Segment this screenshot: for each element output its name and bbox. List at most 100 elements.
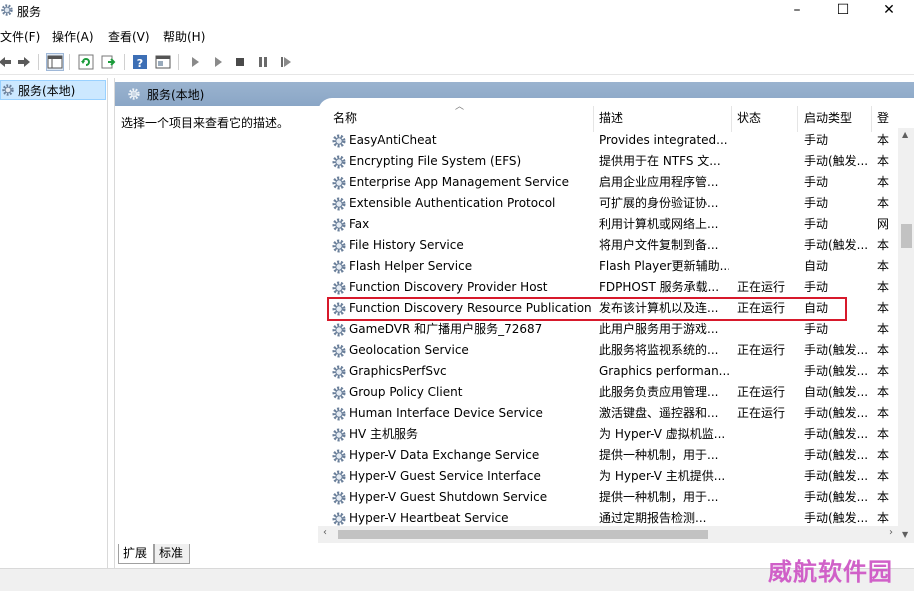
service-name: Hyper-V Guest Shutdown Service xyxy=(349,490,548,504)
service-logon-as: 本 xyxy=(877,343,890,357)
maximize-button[interactable]: ☐ xyxy=(820,0,866,22)
service-row[interactable]: File History Service 将用户文件复制到备... 手动(触发...… xyxy=(318,235,898,256)
show-tree-icon[interactable] xyxy=(46,53,64,71)
service-logon-as: 本 xyxy=(877,490,890,504)
column-header-startup-type[interactable]: 启动类型 xyxy=(804,108,852,128)
column-divider[interactable] xyxy=(797,106,798,132)
start-icon[interactable] xyxy=(186,53,204,71)
service-row[interactable]: Geolocation Service 此服务将监视系统的... 正在运行 手动(触发… xyxy=(318,340,898,361)
service-name: File History Service xyxy=(349,238,464,252)
tab-extended[interactable]: 扩展 xyxy=(118,544,154,564)
service-row[interactable]: Encrypting File System (EFS) 提供用于在 NTFS 文… xyxy=(318,151,898,172)
refresh-icon[interactable] xyxy=(77,53,95,71)
service-gear-icon xyxy=(332,449,346,463)
back-icon[interactable] xyxy=(0,53,14,71)
service-row[interactable]: Hyper-V Data Exchange Service 提供一种机制，用于..… xyxy=(318,445,898,466)
start-params-icon[interactable] xyxy=(209,53,227,71)
menu-view[interactable]: 查看(V) xyxy=(108,28,150,45)
stop-icon[interactable] xyxy=(231,53,249,71)
service-row[interactable]: Extensible Authentication Protocol 可扩展的身份… xyxy=(318,193,898,214)
service-row[interactable]: GameDVR 和广播用户服务_72687 此用户服务用于游戏... 手动 本 xyxy=(318,319,898,340)
service-startup-type: 手动(触发... xyxy=(804,427,869,441)
close-button[interactable]: ✕ xyxy=(866,0,912,22)
service-description: Graphics performan... xyxy=(599,364,729,378)
service-row[interactable]: Fax 利用计算机或网络上... 手动 网 xyxy=(318,214,898,235)
column-header-description[interactable]: 描述 xyxy=(599,108,623,128)
services-gear-icon xyxy=(1,4,13,16)
service-gear-icon xyxy=(332,155,346,169)
forward-icon[interactable] xyxy=(15,53,33,71)
horizontal-scrollbar[interactable]: ‹ › xyxy=(318,526,898,543)
toolbar: ? xyxy=(0,49,914,75)
service-logon-as: 本 xyxy=(877,280,890,294)
service-startup-type: 手动(触发... xyxy=(804,469,869,483)
column-divider[interactable] xyxy=(593,106,594,132)
console-tree: 服务(本地) xyxy=(0,78,108,568)
service-row[interactable]: Group Policy Client 此服务负责应用管理... 正在运行 自动(触发… xyxy=(318,382,898,403)
tree-node-services-local[interactable]: 服务(本地) xyxy=(0,80,106,100)
menu-file[interactable]: 文件(F) xyxy=(0,28,40,45)
scroll-right-icon[interactable]: › xyxy=(889,527,893,538)
horizontal-scroll-thumb[interactable] xyxy=(338,530,708,539)
service-description: 提供一种机制，用于... xyxy=(599,490,719,504)
column-divider[interactable] xyxy=(731,106,732,132)
export-icon[interactable] xyxy=(100,53,118,71)
service-row[interactable]: GraphicsPerfSvc Graphics performan... 手动(触… xyxy=(318,361,898,382)
service-name: EasyAntiCheat xyxy=(349,133,437,147)
sort-ascending-icon: ︿ xyxy=(455,102,465,112)
service-name: Enterprise App Management Service xyxy=(349,175,570,189)
toolbar-separator xyxy=(124,54,125,70)
service-row[interactable]: Human Interface Device Service 激活键盘、遥控器和.… xyxy=(318,403,898,424)
services-list: ︿ 名称 描述 状态 启动类型 登 EasyAntiCheat Provides … xyxy=(318,98,914,543)
help-icon[interactable]: ? xyxy=(131,53,149,71)
scroll-up-icon[interactable]: ▲ xyxy=(902,130,908,139)
service-row[interactable]: Hyper-V Guest Shutdown Service 提供一种机制，用于.… xyxy=(318,487,898,508)
service-gear-icon xyxy=(332,344,346,358)
toolbar-separator xyxy=(38,54,39,70)
service-row[interactable]: HV 主机服务 为 Hyper-V 虚拟机监... 手动(触发... 本 xyxy=(318,424,898,445)
scroll-down-icon[interactable]: ▼ xyxy=(902,530,908,539)
service-logon-as: 本 xyxy=(877,259,890,273)
menu-bar: 文件(F) 操作(A) 查看(V) 帮助(H) xyxy=(0,26,914,46)
service-name: Hyper-V Data Exchange Service xyxy=(349,448,540,462)
vertical-scroll-thumb[interactable] xyxy=(901,224,912,248)
restart-icon[interactable] xyxy=(277,53,295,71)
service-startup-type: 手动(触发... xyxy=(804,343,869,357)
service-description: Flash Player更新辅助... xyxy=(599,259,729,273)
service-status: 正在运行 xyxy=(737,406,786,420)
service-row[interactable]: Hyper-V Guest Service Interface 为 Hyper-V… xyxy=(318,466,898,487)
service-startup-type: 手动 xyxy=(804,175,829,189)
menu-action[interactable]: 操作(A) xyxy=(52,28,94,45)
service-startup-type: 手动(触发... xyxy=(804,490,869,504)
service-startup-type: 手动 xyxy=(804,322,829,336)
column-header-name[interactable]: 名称 xyxy=(333,108,357,128)
service-row[interactable]: EasyAntiCheat Provides integrated... 手动 本 xyxy=(318,130,898,151)
service-gear-icon xyxy=(332,197,346,211)
menu-help[interactable]: 帮助(H) xyxy=(163,28,205,45)
minimize-button[interactable]: – xyxy=(774,0,820,22)
service-gear-icon xyxy=(332,491,346,505)
column-divider[interactable] xyxy=(871,106,872,132)
services-gear-icon xyxy=(128,88,140,100)
service-gear-icon xyxy=(332,134,346,148)
scroll-left-icon[interactable]: ‹ xyxy=(323,527,327,538)
column-header-status[interactable]: 状态 xyxy=(737,108,761,128)
service-description: 将用户文件复制到备... xyxy=(599,238,719,252)
watermark: 威航软件园 xyxy=(768,557,893,586)
service-logon-as: 本 xyxy=(877,238,890,252)
pause-icon[interactable] xyxy=(254,53,272,71)
view-tabs: 扩展 标准 xyxy=(114,543,514,565)
service-description: 此用户服务用于游戏... xyxy=(599,322,719,336)
vertical-scrollbar[interactable]: ▲ ▼ xyxy=(898,128,914,543)
properties-icon[interactable] xyxy=(154,53,172,71)
column-header-logon[interactable]: 登 xyxy=(877,108,889,128)
service-row[interactable]: Enterprise App Management Service 启用企业应用程… xyxy=(318,172,898,193)
service-logon-as: 本 xyxy=(877,301,890,315)
service-logon-as: 本 xyxy=(877,154,890,168)
service-row[interactable]: Flash Helper Service Flash Player更新辅助... 自… xyxy=(318,256,898,277)
service-row[interactable]: Function Discovery Provider Host FDPHOST … xyxy=(318,277,898,298)
service-name: HV 主机服务 xyxy=(349,427,419,441)
service-name: Hyper-V Guest Service Interface xyxy=(349,469,541,483)
tab-standard[interactable]: 标准 xyxy=(154,544,190,564)
service-startup-type: 手动(触发... xyxy=(804,154,869,168)
